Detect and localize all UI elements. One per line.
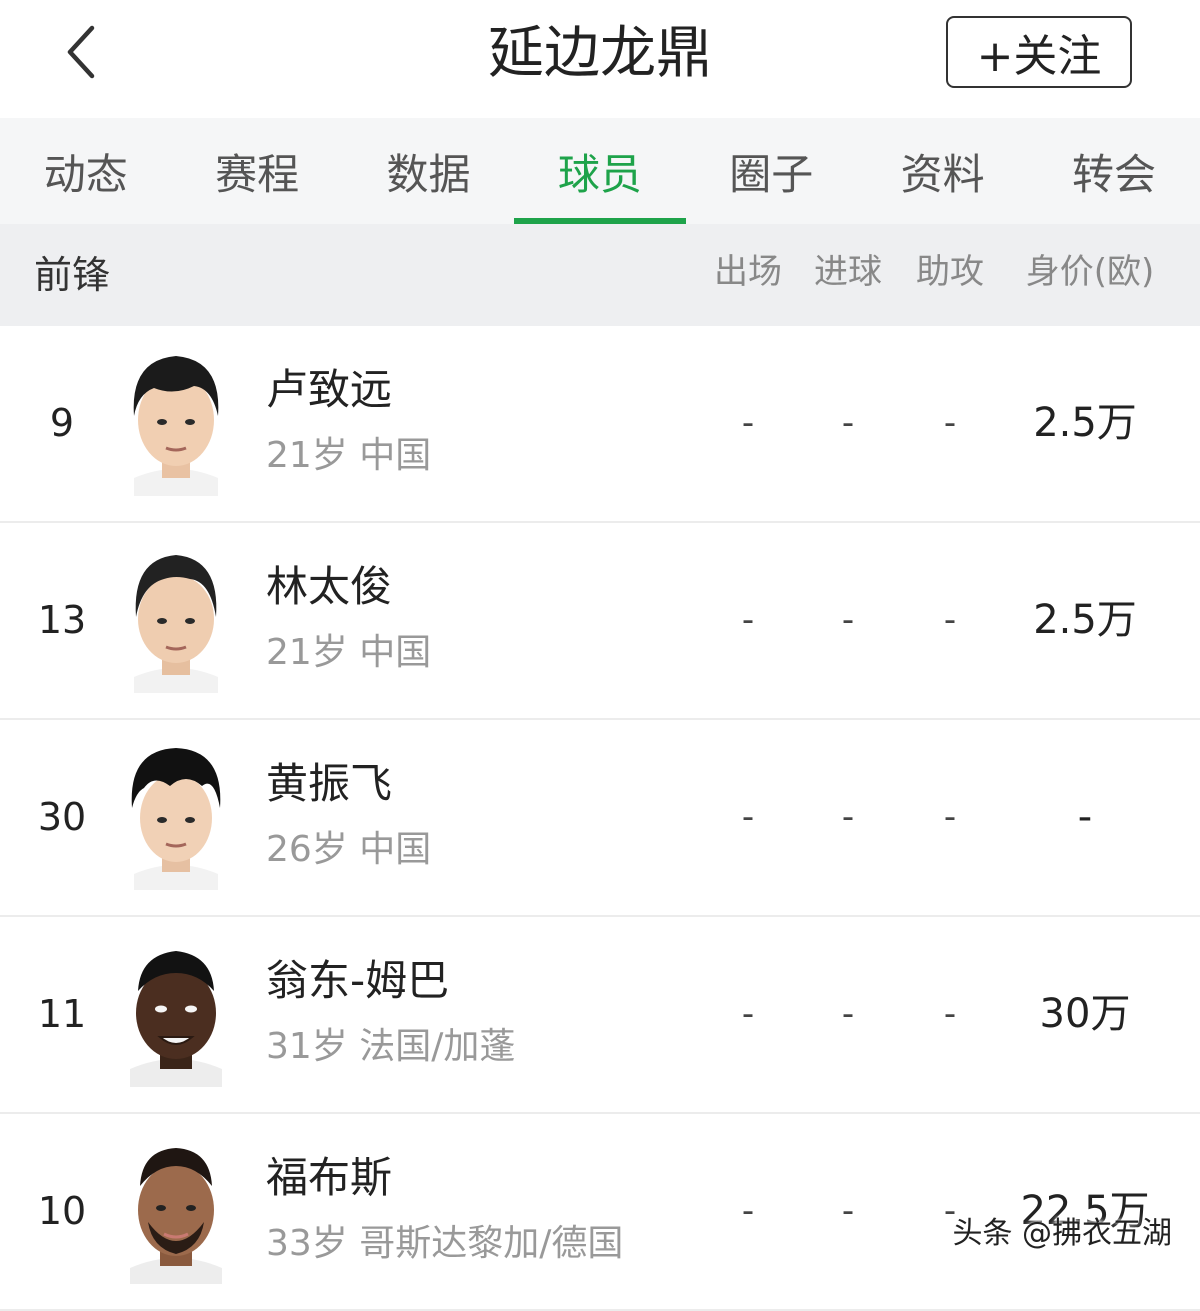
- player-name: 福布斯: [266, 1153, 393, 1202]
- goals-value: -: [841, 600, 855, 640]
- tab-info[interactable]: 资料: [857, 118, 1028, 224]
- column-appearances: 出场: [714, 252, 782, 292]
- shirt-number: 13: [37, 598, 87, 642]
- player-name: 黄振飞: [266, 759, 393, 808]
- market-value: 2.5万: [1033, 597, 1137, 643]
- tab-label: 动态: [43, 149, 128, 199]
- position-title: 前锋: [34, 253, 111, 297]
- player-age-nationality: 26岁 中国: [266, 829, 432, 870]
- player-age-nationality: 33岁 哥斯达黎加/德国: [266, 1223, 624, 1264]
- goals-value: -: [841, 403, 855, 443]
- shirt-number: 30: [37, 795, 87, 839]
- player-avatar: [131, 748, 221, 890]
- player-list: 9 卢致远 21岁 中国 - - - 2.5万 13 林太俊 21岁 中国 - …: [0, 326, 1200, 1311]
- tab-label: 转会: [1072, 149, 1157, 199]
- player-avatar: [133, 356, 219, 496]
- tab-label: 数据: [386, 149, 471, 199]
- assists-value: -: [943, 994, 957, 1034]
- tab-label: 圈子: [729, 149, 814, 199]
- tab-bar: 动态 赛程 数据 球员 圈子 资料 转会: [0, 118, 1200, 224]
- player-age-nationality: 21岁 中国: [266, 632, 432, 673]
- column-market-value: 身价(欧): [1025, 252, 1155, 292]
- player-row[interactable]: 30 黄振飞 26岁 中国 - - - -: [0, 720, 1200, 917]
- player-avatar: [130, 1148, 222, 1284]
- position-section-header: 前锋 出场 进球 助攻 身价(欧): [0, 224, 1200, 327]
- tab-label: 球员: [557, 149, 642, 199]
- player-avatar: [134, 555, 218, 693]
- player-row[interactable]: 13 林太俊 21岁 中国 - - - 2.5万: [0, 523, 1200, 720]
- shirt-number: 9: [49, 401, 75, 445]
- tab-players[interactable]: 球员: [514, 118, 686, 224]
- player-age-nationality: 31岁 法国/加蓬: [266, 1026, 516, 1067]
- tab-community[interactable]: 圈子: [686, 118, 857, 224]
- goals-value: -: [841, 994, 855, 1034]
- tab-data[interactable]: 数据: [343, 118, 514, 224]
- tab-label: 资料: [900, 149, 985, 199]
- tab-schedule[interactable]: 赛程: [171, 118, 342, 224]
- player-name: 卢致远: [266, 365, 393, 414]
- watermark: 头条 @拂衣五湖: [952, 1216, 1172, 1251]
- goals-value: -: [841, 797, 855, 837]
- player-row[interactable]: 9 卢致远 21岁 中国 - - - 2.5万: [0, 326, 1200, 523]
- shirt-number: 11: [37, 992, 87, 1036]
- market-value: 2.5万: [1033, 400, 1137, 446]
- assists-value: -: [943, 797, 957, 837]
- player-row[interactable]: 11 翁东-姆巴 31岁 法国/加蓬 - - - 30万: [0, 917, 1200, 1114]
- tab-dynamics[interactable]: 动态: [0, 118, 171, 224]
- tab-label: 赛程: [215, 149, 300, 199]
- player-name: 林太俊: [266, 562, 393, 611]
- tab-transfers[interactable]: 转会: [1028, 118, 1199, 224]
- appearances-value: -: [741, 403, 755, 443]
- assists-value: -: [943, 600, 957, 640]
- column-goals: 进球: [814, 252, 882, 292]
- player-name: 翁东-姆巴: [266, 956, 450, 1005]
- top-bar: 延边龙鼎 +关注: [0, 0, 1200, 118]
- appearances-value: -: [741, 600, 755, 640]
- player-age-nationality: 21岁 中国: [266, 435, 432, 476]
- column-assists: 助攻: [916, 252, 984, 292]
- follow-button[interactable]: +关注: [946, 16, 1132, 88]
- appearances-value: -: [741, 994, 755, 1034]
- appearances-value: -: [741, 797, 755, 837]
- market-value: -: [1077, 794, 1093, 840]
- player-avatar: [130, 951, 222, 1087]
- assists-value: -: [943, 403, 957, 443]
- market-value: 30万: [1039, 991, 1131, 1037]
